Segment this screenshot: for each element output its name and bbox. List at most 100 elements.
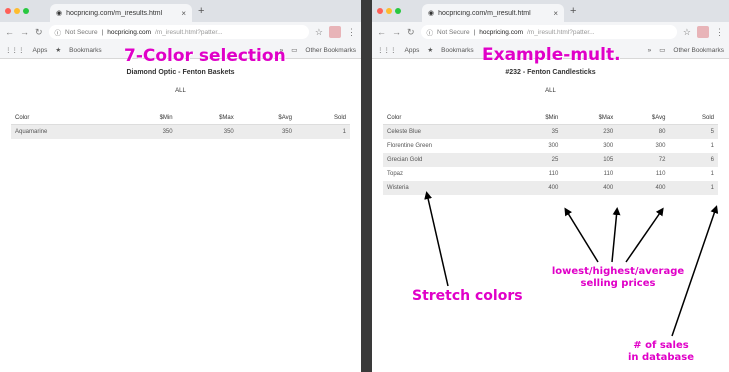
annotation-stretch-colors: Stretch colors [412,288,523,304]
column-header: $Max [562,112,618,125]
chevron-icon[interactable]: » [648,47,652,54]
table-cell: 300 [548,142,559,149]
column-header: $Avg [237,112,296,125]
column-header: $Min [119,112,177,125]
page-title: Diamond Optic - Fenton Baskets [126,69,235,76]
screenshot-divider [361,0,372,372]
page-content: Diamond Optic - Fenton Baskets ALL Color… [0,69,361,139]
close-window-button[interactable] [5,8,11,14]
browser-tab[interactable]: ◉ hocpricing.com/m_iresults.html × [50,4,192,22]
reload-icon[interactable]: ↻ [35,27,43,38]
url-path: /m_iresult.html?patter... [527,28,595,36]
table-cell: 25 [511,152,563,167]
new-tab-button[interactable]: + [198,5,204,17]
other-bookmarks[interactable]: Other Bookmarks [305,47,356,54]
annotation-color-selection: 7-Color selection [124,46,286,66]
address-bar[interactable]: ⓘ Not Secure | hocpricing.com/m_iresult.… [48,25,309,39]
reload-icon[interactable]: ↻ [407,27,415,38]
security-label: Not Secure [437,28,470,36]
table-cell: 1 [710,170,714,177]
table-cell: 80 [617,124,670,139]
color-name-cell: Topaz [387,170,404,177]
table-cell: 72 [617,152,670,167]
price-table: Color $Min $Max $Avg Sold Aquamarine 350 350 35… [11,112,350,139]
browser-toolbar: ← → ↻ ⓘ Not Secure | hocpricing.com/m_ir… [372,22,729,42]
info-icon[interactable]: ⓘ [427,27,434,37]
other-bookmarks[interactable]: Other Bookmarks [673,47,724,54]
tab-close-icon[interactable]: × [553,9,558,18]
star-icon: ★ [427,47,434,54]
table-cell: 350 [176,124,238,139]
annotation-selling-prices: lowest/highest/average selling prices [548,266,688,289]
table-cell: 5 [669,124,718,139]
table-cell: 6 [669,152,718,167]
menu-dots-icon[interactable]: ⋮ [715,27,724,38]
back-arrow-icon[interactable]: ← [377,27,386,37]
annotation-sales-count: # of sales in database [616,340,706,363]
table-row: Aquamarine 350 350 350 1 [11,124,350,139]
column-header: Color [383,112,512,125]
table-cell: 1 [710,142,714,149]
screenshot-stage: ◉ hocpricing.com/m_iresults.html × + ← →… [0,0,729,372]
apps-grid-icon: ⋮⋮⋮ [5,47,25,54]
tab-bar: ◉ hocpricing.com/m_iresults.html × + [0,0,361,22]
url-path: /m_iresult.html?patter... [155,28,223,36]
folder-icon: ▭ [291,47,298,54]
color-name-cell: Florentine Green [387,142,433,149]
table-cell: 230 [562,124,618,139]
column-header: Color [11,112,120,125]
back-arrow-icon[interactable]: ← [5,27,14,37]
forward-arrow-icon[interactable]: → [20,27,29,37]
table-row: Topaz 110 110 110 1 [383,167,718,181]
profile-avatar[interactable] [329,26,341,38]
bookmarks-bookmark[interactable]: Bookmarks [69,47,102,54]
table-cell: 105 [562,152,618,167]
table-cell: 400 [562,180,618,195]
minimize-window-button[interactable] [386,8,392,14]
browser-tab[interactable]: ◉ hocpricing.com/m_iresult.html × [422,4,564,22]
annotation-line: # of sales [633,340,689,351]
annotation-line: lowest/highest/average [551,266,685,277]
table-cell: 300 [603,142,614,149]
all-filter-label: ALL [545,88,556,94]
bookmark-star-icon[interactable]: ☆ [315,27,323,38]
apps-bookmark[interactable]: Apps [33,47,48,54]
url-domain: hocpricing.com [107,28,151,36]
address-bar[interactable]: ⓘ Not Secure | hocpricing.com/m_iresult.… [420,25,677,39]
all-filter-label: ALL [175,88,186,94]
table-cell: 400 [617,180,670,195]
table-row: Florentine Green 300 300 300 1 [383,139,718,153]
window-controls [5,8,29,14]
bookmarks-bookmark[interactable]: Bookmarks [441,47,474,54]
table-cell: 110 [655,170,666,177]
new-tab-button[interactable]: + [570,5,576,17]
tab-close-icon[interactable]: × [181,9,186,18]
table-cell: 350 [237,124,296,139]
maximize-window-button[interactable] [395,8,401,14]
tab-title: hocpricing.com/m_iresult.html [438,9,531,17]
apps-bookmark[interactable]: Apps [405,47,420,54]
table-cell: 400 [511,180,563,195]
table-row: Grecian Gold 25 105 72 6 [383,152,718,167]
annotation-line: selling prices [580,277,656,289]
info-icon[interactable]: ⓘ [55,27,62,37]
bookmark-star-icon[interactable]: ☆ [683,27,691,38]
forward-arrow-icon[interactable]: → [392,27,401,37]
maximize-window-button[interactable] [23,8,29,14]
table-header-row: Color $Min $Max $Avg Sold [383,112,718,125]
menu-dots-icon[interactable]: ⋮ [347,27,356,38]
table-cell: 110 [548,170,559,177]
table-cell: 350 [119,124,177,139]
table-cell: 300 [655,142,666,149]
tab-bar: ◉ hocpricing.com/m_iresult.html × + [372,0,729,22]
minimize-window-button[interactable] [14,8,20,14]
security-label: Not Secure [65,28,98,36]
close-window-button[interactable] [377,8,383,14]
page-title: #232 - Fenton Candlesticks [505,69,596,76]
folder-icon: ▭ [659,47,666,54]
column-header: $Avg [617,112,670,125]
profile-avatar[interactable] [697,26,709,38]
address-separator: | [101,28,104,36]
column-header: Sold [669,112,718,125]
table-row: Celeste Blue 35 230 80 5 [383,124,718,139]
